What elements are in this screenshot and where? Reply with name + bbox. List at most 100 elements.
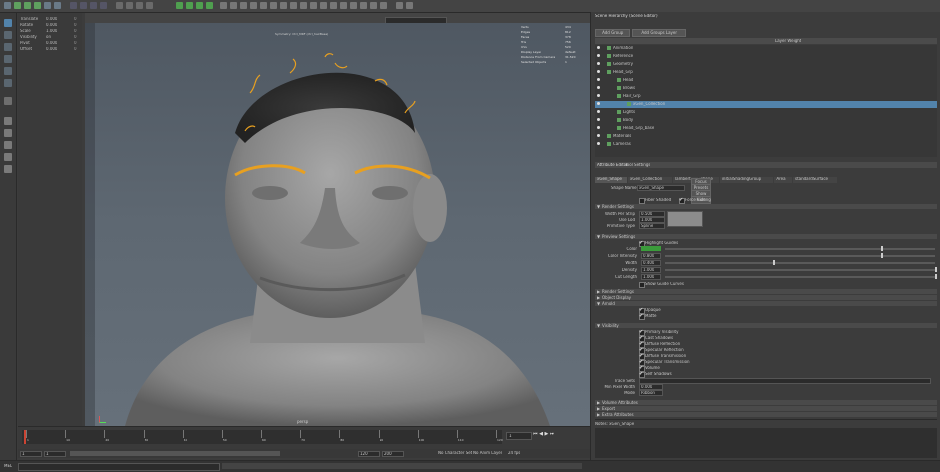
slider-knob[interactable] xyxy=(881,253,883,258)
current-frame-marker[interactable] xyxy=(24,430,26,444)
scale-icon[interactable] xyxy=(4,79,12,87)
side-by-side-icon[interactable] xyxy=(4,141,12,149)
fps-menu[interactable]: 24 fps xyxy=(508,451,520,455)
display-field[interactable]: 1.000 xyxy=(641,274,661,280)
graph-layout-icon[interactable] xyxy=(4,165,12,173)
outliner-item[interactable]: Brows xyxy=(595,85,937,92)
channel-value[interactable]: on xyxy=(46,35,51,39)
outliner-item[interactable]: Animation xyxy=(595,45,937,52)
channel-row[interactable]: Rotate 0.000 0 xyxy=(20,23,80,28)
visibility-icon[interactable] xyxy=(597,102,600,105)
grab-icon[interactable] xyxy=(260,2,267,9)
channel-row[interactable]: Pivot 0.000 0 xyxy=(20,41,80,46)
outliner-item[interactable]: Cameras xyxy=(595,141,937,148)
xgen-groom-icon[interactable] xyxy=(186,2,193,9)
color-swatch[interactable] xyxy=(667,211,703,227)
script-editor-icon[interactable] xyxy=(396,2,403,9)
channel-row[interactable]: Offset 0.000 0 xyxy=(20,47,80,52)
pinch-icon[interactable] xyxy=(270,2,277,9)
ae-tab-tool-settings[interactable]: Tool Settings xyxy=(625,163,650,167)
section-render-stats[interactable]: ▶ Render Settings xyxy=(595,289,937,294)
paint-select-icon[interactable] xyxy=(4,43,12,51)
dope-sheet-icon[interactable] xyxy=(380,2,387,9)
light-icon[interactable] xyxy=(230,2,237,9)
channel-value[interactable]: 0.000 xyxy=(46,17,57,21)
display-slider[interactable] xyxy=(665,262,935,264)
visibility-icon[interactable] xyxy=(597,94,600,97)
xgen-icon[interactable] xyxy=(176,2,183,9)
render-settings-icon[interactable] xyxy=(146,2,153,9)
outliner-item[interactable]: Geometry xyxy=(595,61,937,68)
paint-icon[interactable] xyxy=(54,2,61,9)
outliner-item[interactable]: Materials xyxy=(595,133,937,140)
section-arnold[interactable]: ▼ Arnold xyxy=(595,301,937,306)
sculpt-icon[interactable] xyxy=(240,2,247,9)
render-icon[interactable] xyxy=(126,2,133,9)
outliner-item[interactable]: Head_Grp xyxy=(595,69,937,76)
ae-node-tab[interactable]: xGen_Shape xyxy=(595,177,627,183)
outliner-item[interactable]: xGen_Collection xyxy=(595,101,937,108)
ae-node-tab[interactable]: standardSurface xyxy=(793,177,837,183)
display-slider[interactable] xyxy=(665,255,935,257)
section-export[interactable]: ▶ Export xyxy=(595,406,937,411)
slider-knob[interactable] xyxy=(935,267,937,272)
color-bar[interactable] xyxy=(641,246,661,251)
smooth-icon[interactable] xyxy=(250,2,257,9)
viewport[interactable]: Symmetry: Ctrl_MRF (ctrl_hairBase) persp… xyxy=(85,23,590,426)
scale-tool-icon[interactable] xyxy=(34,2,41,9)
uv-icon[interactable] xyxy=(340,2,347,9)
flatten-icon[interactable] xyxy=(280,2,287,9)
section-volume[interactable]: ▶ Volume Attributes xyxy=(595,400,937,405)
outliner-icon[interactable] xyxy=(406,2,413,9)
slider-knob[interactable] xyxy=(881,246,883,251)
select-tool-icon[interactable] xyxy=(4,2,11,9)
relax-icon[interactable] xyxy=(290,2,297,9)
ae-node-tab[interactable]: xGen_Collection xyxy=(628,177,672,183)
display-slider[interactable] xyxy=(665,276,935,278)
visibility-icon[interactable] xyxy=(597,126,600,129)
move-tool-icon[interactable] xyxy=(14,2,21,9)
hypershade-icon[interactable] xyxy=(350,2,357,9)
outliner-button[interactable]: Add Group xyxy=(595,29,631,37)
section-extra-attributes[interactable]: ▶ Extra Attributes xyxy=(595,412,937,417)
outliner-item[interactable]: Head xyxy=(595,77,937,84)
outliner-item[interactable]: Reference xyxy=(595,53,937,60)
outliner-button[interactable]: Add Groups Layer xyxy=(632,29,686,37)
visibility-icon[interactable] xyxy=(597,46,600,49)
slider-knob[interactable] xyxy=(935,274,937,279)
range-bar[interactable] xyxy=(70,451,280,456)
current-frame-field[interactable]: 1 xyxy=(506,432,532,440)
outliner-layout-icon[interactable] xyxy=(4,153,12,161)
channel-row[interactable]: Scale 1.000 0 xyxy=(20,29,80,34)
outliner-item[interactable]: Hair_Grp xyxy=(595,93,937,100)
visibility-icon[interactable] xyxy=(597,118,600,121)
lasso-select-icon[interactable] xyxy=(4,31,12,39)
ae-node-tab[interactable]: Area xyxy=(774,177,792,183)
ipr-icon[interactable] xyxy=(136,2,143,9)
char-set-menu[interactable]: No Character Set xyxy=(438,451,472,455)
wire-icon[interactable] xyxy=(320,2,327,9)
outliner-item[interactable]: Body xyxy=(595,117,937,124)
range-end-field[interactable]: 120 xyxy=(358,451,380,457)
section-render-settings[interactable]: ▼ Render Settings xyxy=(595,204,937,209)
ae-tab-attribute-editor[interactable]: Attribute Editor xyxy=(597,163,628,167)
xgen-guide-icon[interactable] xyxy=(196,2,203,9)
snap-point-icon[interactable] xyxy=(90,2,97,9)
channel-value[interactable]: 0.000 xyxy=(46,23,57,27)
display-slider[interactable] xyxy=(665,269,935,271)
channel-value[interactable]: 0.000 xyxy=(46,41,57,45)
visibility-icon[interactable] xyxy=(597,86,600,89)
history-icon[interactable] xyxy=(116,2,123,9)
channel-value[interactable]: 0.000 xyxy=(46,47,57,51)
four-view-icon[interactable] xyxy=(4,129,12,137)
section-visibility[interactable]: ▼ Visibility xyxy=(595,323,937,328)
visibility-icon[interactable] xyxy=(597,134,600,137)
notes-field[interactable] xyxy=(595,428,937,458)
outliner-item[interactable]: Lights xyxy=(595,109,937,116)
display-field[interactable]: 0.800 xyxy=(641,253,661,259)
slider-knob[interactable] xyxy=(773,260,775,265)
command-input[interactable] xyxy=(18,463,220,471)
anim-layer-menu[interactable]: No Anim Layer xyxy=(473,451,502,455)
snap-grid-icon[interactable] xyxy=(70,2,77,9)
move-icon[interactable] xyxy=(4,55,12,63)
